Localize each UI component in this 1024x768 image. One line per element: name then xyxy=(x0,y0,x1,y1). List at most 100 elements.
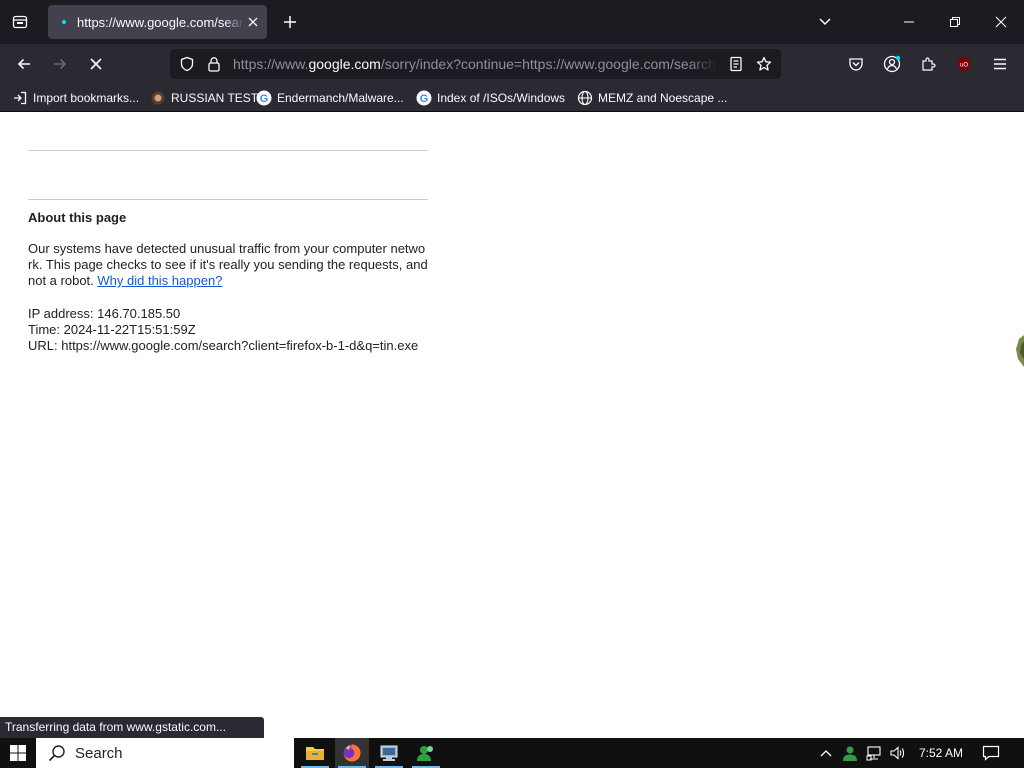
tab-title: https://www.google.com/search?client=fir… xyxy=(77,14,244,30)
tray-volume[interactable] xyxy=(885,738,909,768)
search-placeholder: Search xyxy=(75,744,123,762)
bookmark-label: Endermanch/Malware... xyxy=(277,91,404,105)
bookmark-label: Import bookmarks... xyxy=(33,91,140,105)
close-icon xyxy=(248,17,258,27)
divider xyxy=(28,199,428,200)
chevron-down-icon xyxy=(819,18,831,26)
ublock-icon: uO xyxy=(958,57,970,71)
restore-button[interactable] xyxy=(932,0,978,44)
about-body-text: Our systems have detected unusual traffi… xyxy=(28,241,428,288)
pocket-icon xyxy=(849,58,863,71)
list-all-tabs-button[interactable] xyxy=(811,8,839,36)
bookmark-memz[interactable]: MEMZ and Noescape ... xyxy=(577,89,727,107)
about-text: Our systems have detected unusual traffi… xyxy=(28,241,428,289)
why-did-this-happen-link[interactable]: Why did this happen? xyxy=(97,273,222,288)
tab-bar: https://www.google.com/search?client=fir… xyxy=(0,0,1024,44)
page-heading: About this page xyxy=(28,210,127,225)
firefox-view-icon xyxy=(12,15,28,29)
taskbar-search[interactable]: Search xyxy=(36,738,294,768)
google-icon: G xyxy=(416,90,432,106)
url-text[interactable]: https://www.google.com/sorry/index?conti… xyxy=(233,56,717,72)
url-prefix: https://www. xyxy=(233,56,309,72)
bookmark-index-isos[interactable]: G Index of /ISOs/Windows xyxy=(416,89,565,107)
action-center-button[interactable] xyxy=(976,738,1006,768)
taskbar-app-green[interactable] xyxy=(409,738,443,768)
close-tab-button[interactable] xyxy=(245,14,261,30)
puzzle-icon xyxy=(922,57,936,71)
taskbar-app-network[interactable] xyxy=(372,738,406,768)
bookmark-russian-test[interactable]: RUSSIAN TEST xyxy=(150,89,258,107)
site-icon xyxy=(150,90,166,106)
network-computer-icon xyxy=(380,745,398,761)
speaker-icon xyxy=(890,746,905,760)
svg-text:G: G xyxy=(260,93,269,105)
green-user-icon xyxy=(843,746,857,761)
site-security-icon[interactable] xyxy=(206,56,222,72)
lock-icon xyxy=(208,57,220,72)
divider xyxy=(28,150,428,151)
bookmark-label: Index of /ISOs/Windows xyxy=(437,91,566,105)
new-tab-button[interactable] xyxy=(276,8,304,36)
shield-icon xyxy=(180,56,194,72)
search-icon xyxy=(48,744,66,762)
notification-icon xyxy=(982,745,1000,761)
show-hidden-icons-button[interactable] xyxy=(814,738,838,768)
navigation-toolbar: https://www.google.com/sorry/index?conti… xyxy=(0,44,1024,84)
arrow-left-icon xyxy=(17,58,30,70)
windows-logo-icon xyxy=(10,745,26,761)
ublock-origin-button[interactable]: uO xyxy=(950,50,978,78)
tray-user-app[interactable] xyxy=(838,738,862,768)
url-info-text: URL: https://www.google.com/search?clien… xyxy=(28,338,419,353)
clock[interactable]: 7:52 AM xyxy=(912,738,970,768)
google-icon: G xyxy=(256,90,272,106)
reader-view-icon xyxy=(730,56,742,72)
edge-image-fragment xyxy=(1016,335,1024,367)
app-menu-button[interactable] xyxy=(986,50,1014,78)
taskbar-file-explorer[interactable] xyxy=(298,738,332,768)
restore-icon xyxy=(950,17,960,27)
reader-view-button[interactable] xyxy=(728,56,744,72)
stop-icon xyxy=(90,58,102,70)
page-content: About this page Our systems have detecte… xyxy=(0,113,1024,737)
chevron-up-icon xyxy=(820,750,832,757)
tracking-protection-icon[interactable] xyxy=(179,56,195,72)
account-button[interactable] xyxy=(878,50,906,78)
bookmark-star-button[interactable] xyxy=(756,56,772,72)
firefox-icon xyxy=(343,744,361,762)
tab-loading-icon xyxy=(56,14,72,30)
network-icon xyxy=(866,746,881,761)
minimize-button[interactable] xyxy=(886,0,932,44)
bookmark-label: RUSSIAN TEST xyxy=(171,91,259,105)
close-window-button[interactable] xyxy=(978,0,1024,44)
svg-text:G: G xyxy=(420,93,429,105)
start-button[interactable] xyxy=(0,738,36,768)
ip-address-text: IP address: 146.70.185.50 xyxy=(28,306,181,321)
hamburger-menu-icon xyxy=(994,58,1006,70)
pocket-button[interactable] xyxy=(842,50,870,78)
stop-button[interactable] xyxy=(82,50,110,78)
bookmark-import[interactable]: Import bookmarks... xyxy=(12,89,139,107)
close-icon xyxy=(995,16,1007,28)
green-people-icon xyxy=(417,746,433,761)
arrow-right-icon xyxy=(54,58,67,70)
extensions-button[interactable] xyxy=(914,50,942,78)
url-path: /sorry/index?continue=https://www.google… xyxy=(380,56,717,72)
time-text: Time: 2024-11-22T15:51:59Z xyxy=(28,322,196,337)
bookmarks-toolbar: Import bookmarks... RUSSIAN TEST G Ender… xyxy=(0,84,1024,112)
firefox-view-button[interactable] xyxy=(6,8,34,36)
svg-text:uO: uO xyxy=(960,63,968,69)
folder-icon xyxy=(306,747,324,760)
account-icon xyxy=(883,55,901,73)
status-panel: Transferring data from www.gstatic.com..… xyxy=(0,717,264,738)
minimize-icon xyxy=(904,21,914,23)
import-icon xyxy=(12,90,28,106)
tab-active[interactable]: https://www.google.com/search?client=fir… xyxy=(48,5,267,39)
tray-network[interactable] xyxy=(862,738,886,768)
back-button[interactable] xyxy=(10,50,38,78)
url-bar[interactable]: https://www.google.com/sorry/index?conti… xyxy=(170,49,781,79)
taskbar-firefox[interactable] xyxy=(335,738,369,768)
forward-button[interactable] xyxy=(46,50,74,78)
bookmark-endermanch[interactable]: G Endermanch/Malware... xyxy=(256,89,404,107)
plus-icon xyxy=(284,16,296,28)
star-icon xyxy=(756,56,772,71)
